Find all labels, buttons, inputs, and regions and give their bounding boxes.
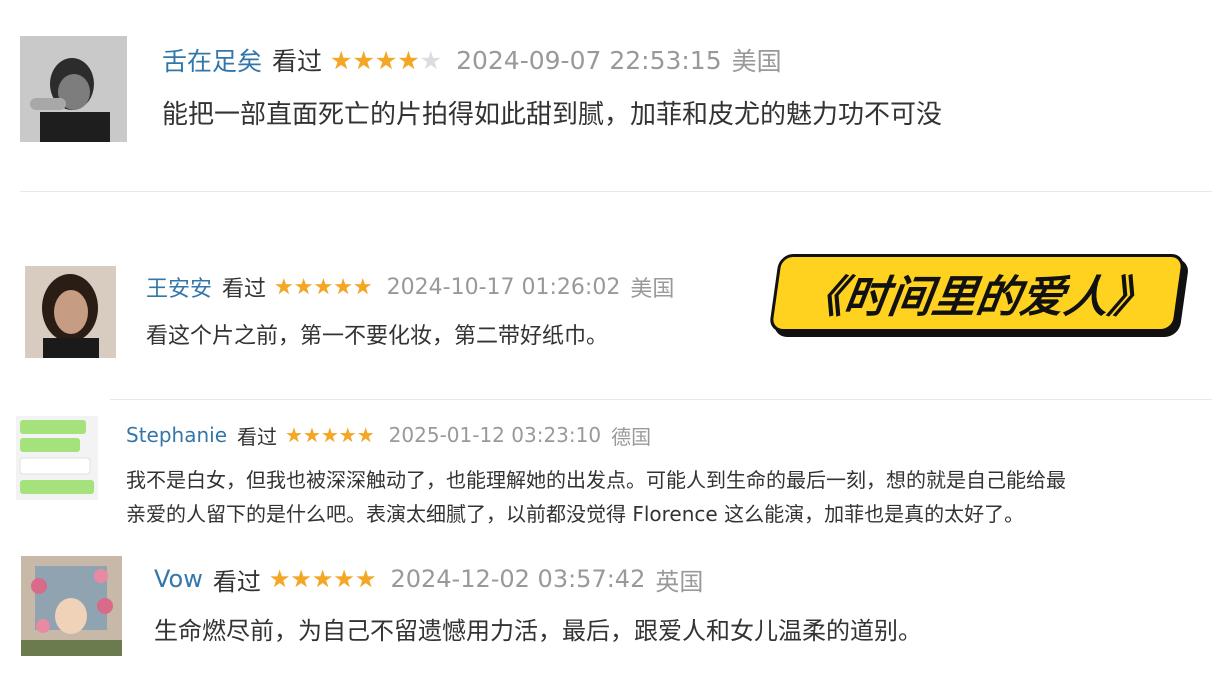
review-location: 德国 xyxy=(611,424,652,449)
avatar[interactable] xyxy=(21,556,122,656)
review-date: 2024-10-17 01:26:02 xyxy=(386,274,621,300)
review-meta: Vow 看过 ★★★★★ ★★★★★ 2024-12-02 03:57:42 英… xyxy=(154,561,703,597)
review-meta: Stephanie 看过 ★★★★★ ★★★★★ 2025-01-12 03:2… xyxy=(126,420,651,450)
review-text: 能把一部直面死亡的片拍得如此甜到腻，加菲和皮尤的魅力功不可没 xyxy=(162,100,943,130)
watched-status: 看过 xyxy=(212,567,261,596)
rating-stars: ★★★★★ ★★★★★ xyxy=(330,46,442,75)
review-text: 我不是白女，但我也被深深触动了，也能理解她的出发点。可能人到生命的最后一刻，想的… xyxy=(126,463,1066,531)
review-location: 美国 xyxy=(731,47,782,76)
star-fill: ★★★★★ xyxy=(285,423,375,447)
review-date: 2024-09-07 22:53:15 xyxy=(456,45,722,75)
divider xyxy=(110,399,1212,400)
rating-stars: ★★★★★ ★★★★★ xyxy=(269,565,377,593)
review-meta: 舌在足矣 看过 ★★★★★ ★★★★★ 2024-09-07 22:53:15 … xyxy=(162,40,782,80)
review-location: 美国 xyxy=(630,277,675,302)
divider xyxy=(20,191,1212,192)
username-link[interactable]: Stephanie xyxy=(126,423,227,447)
watched-status: 看过 xyxy=(222,277,267,302)
avatar[interactable] xyxy=(25,266,116,358)
username-link[interactable]: 王安安 xyxy=(146,271,212,303)
avatar[interactable] xyxy=(16,416,98,500)
star-fill: ★★★★★ xyxy=(330,45,420,75)
review-text-line: 亲爱的人留下的是什么吧。表演太细腻了，以前都没觉得 Florence 这么能演，… xyxy=(126,502,1025,526)
rating-stars: ★★★★★ ★★★★★ xyxy=(285,423,375,447)
watched-status: 看过 xyxy=(237,424,278,449)
username-link[interactable]: 舌在足矣 xyxy=(162,42,262,78)
watched-status: 看过 xyxy=(272,47,323,76)
star-fill: ★★★★★ xyxy=(274,274,373,300)
review-date: 2025-01-12 03:23:10 xyxy=(388,423,602,447)
star-fill: ★★★★★ xyxy=(268,565,377,593)
rating-stars: ★★★★★ ★★★★★ xyxy=(274,275,373,300)
review-meta: 王安安 看过 ★★★★★ ★★★★★ 2024-10-17 01:26:02 美… xyxy=(146,270,674,304)
username-link[interactable]: Vow xyxy=(154,565,203,593)
review-text: 看这个片之前，第一不要化妆，第二带好纸巾。 xyxy=(146,324,609,349)
review-text: 生命燃尽前，为自己不留遗憾用力活，最后，跟爱人和女儿温柔的道别。 xyxy=(154,617,922,645)
review-date: 2024-12-02 03:57:42 xyxy=(390,565,646,593)
avatar[interactable] xyxy=(20,36,127,142)
review-text-line: 我不是白女，但我也被深深触动了，也能理解她的出发点。可能人到生命的最后一刻，想的… xyxy=(126,468,1066,492)
movie-title-overlay: 《时间里的爱人》 xyxy=(768,254,1186,332)
review-location: 英国 xyxy=(655,567,704,596)
